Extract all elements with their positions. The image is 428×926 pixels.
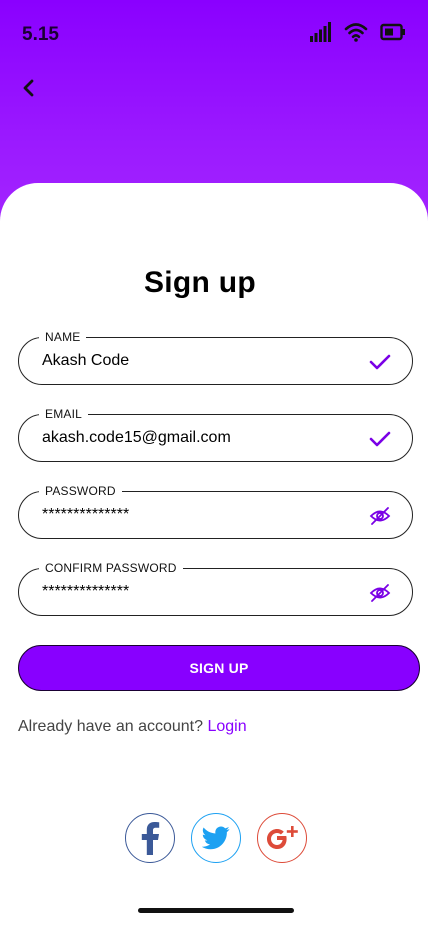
login-prompt-text: Already have an account? — [18, 718, 208, 735]
status-icons — [310, 22, 406, 42]
status-time: 5.15 — [22, 24, 59, 45]
name-field[interactable]: NAME — [18, 330, 413, 385]
signal-icon — [310, 22, 331, 42]
eye-off-icon[interactable] — [368, 581, 392, 605]
google-plus-button[interactable] — [257, 813, 307, 863]
twitter-icon — [202, 826, 230, 850]
facebook-button[interactable] — [125, 813, 175, 863]
chevron-left-icon — [23, 79, 34, 97]
confirm-password-field[interactable]: CONFIRM PASSWORD — [18, 561, 413, 616]
wifi-icon — [344, 23, 368, 42]
status-bar: 5.15 — [0, 0, 428, 70]
confirm-password-input[interactable] — [42, 569, 362, 615]
page-title: Sign up — [143, 266, 257, 300]
email-input[interactable] — [42, 415, 362, 461]
back-button[interactable] — [14, 74, 42, 102]
check-icon — [368, 427, 392, 451]
password-field[interactable]: PASSWORD — [18, 484, 413, 539]
eye-off-icon[interactable] — [368, 504, 392, 528]
facebook-icon — [141, 822, 160, 855]
email-field[interactable]: EMAIL — [18, 407, 413, 462]
password-input[interactable] — [42, 492, 362, 538]
battery-icon — [380, 23, 405, 41]
login-link[interactable]: Login — [207, 718, 246, 735]
twitter-button[interactable] — [191, 813, 241, 863]
google-plus-icon — [267, 826, 298, 849]
home-indicator — [138, 908, 294, 913]
check-icon — [368, 350, 392, 374]
name-input[interactable] — [42, 338, 362, 384]
login-prompt: Already have an account? Login — [18, 718, 247, 736]
sign-up-button[interactable]: SIGN UP — [18, 645, 420, 691]
